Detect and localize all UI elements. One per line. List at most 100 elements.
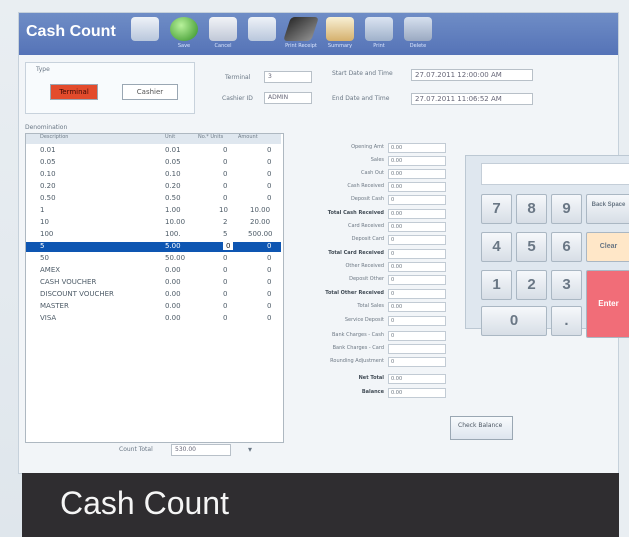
summary-label: Total Card Received xyxy=(328,250,384,256)
cancel-button[interactable]: Cancel xyxy=(202,17,244,51)
footer-banner: Cash Count xyxy=(22,473,619,537)
print-card-icon xyxy=(283,17,319,41)
key-9[interactable]: 9 xyxy=(551,194,582,224)
summary-label: Bank Charges - Card xyxy=(332,345,384,351)
summary-value: 0.00 xyxy=(388,262,446,272)
start-date-label: Start Date and Time xyxy=(332,70,393,77)
summary-value: 0 xyxy=(388,316,446,326)
table-row[interactable]: VISA 0.00 0 0 xyxy=(26,314,281,324)
table-row[interactable]: 0.20 0.20 0 0 xyxy=(26,182,281,192)
terminal-label: Terminal xyxy=(225,74,251,81)
summary-label: Service Deposit xyxy=(344,317,384,323)
count-total-label: Count Total xyxy=(119,446,153,453)
cashier-button[interactable]: Cashier xyxy=(122,84,178,100)
summary-label: Deposit Other xyxy=(349,276,384,282)
keypad-display[interactable] xyxy=(481,163,629,185)
delete-button[interactable]: Delete xyxy=(397,17,439,51)
selected-table-row[interactable]: 5 5.00 0 0 xyxy=(26,242,281,252)
summary-label: Deposit Cash xyxy=(350,196,384,202)
key-6[interactable]: 6 xyxy=(551,232,582,262)
summary-label: Cash Out xyxy=(361,170,384,176)
print-button[interactable]: Print xyxy=(358,17,400,51)
summary-value: 0.00 xyxy=(388,388,446,398)
table-row[interactable]: DISCOUNT VOUCHER 0.00 0 0 xyxy=(26,290,281,300)
key-5[interactable]: 5 xyxy=(516,232,547,262)
summary-value: 0 xyxy=(388,195,446,205)
cancel-document-icon xyxy=(209,17,237,41)
summary-label: Total Sales xyxy=(357,303,384,309)
summary-value: 0 xyxy=(388,235,446,245)
toolbar-blank-button-2[interactable] xyxy=(241,17,283,51)
summary-value: 0.00 xyxy=(388,222,446,232)
toolbar-blank-button[interactable] xyxy=(124,17,166,51)
table-row[interactable]: 0.05 0.05 0 0 xyxy=(26,158,281,168)
summary-value: 0.00 xyxy=(388,156,446,166)
cashier-id-label: Cashier ID xyxy=(222,95,253,102)
keypad: 7 8 9 Back Space 4 5 6 Clear 1 2 3 Enter… xyxy=(465,155,629,338)
calendar-icon xyxy=(326,17,354,41)
summary-label: Card Received xyxy=(347,223,384,229)
app-title: Cash Count xyxy=(26,23,116,40)
check-save-icon xyxy=(170,17,198,41)
table-row[interactable]: 100 100. 5 500.00 xyxy=(26,230,281,240)
table-row[interactable]: 1 1.00 10 10.00 xyxy=(26,206,281,216)
header-description: Description xyxy=(40,134,69,140)
key-1[interactable]: 1 xyxy=(481,270,512,300)
key-7[interactable]: 7 xyxy=(481,194,512,224)
save-button[interactable]: Save xyxy=(163,17,205,51)
end-date-label: End Date and Time xyxy=(332,95,390,102)
table-row[interactable]: 0.01 0.01 0 0 xyxy=(26,146,281,156)
summary-value: 0 xyxy=(388,357,446,367)
type-box: Type Terminal Cashier xyxy=(25,62,195,114)
summary-value: 0.00 xyxy=(388,169,446,179)
summary-label: Total Other Received xyxy=(325,290,384,296)
cash-count-window: Cash Count Save Cancel Print Receipt Sum… xyxy=(18,12,629,474)
enter-button[interactable]: Enter xyxy=(586,270,629,338)
terminal-button[interactable]: Terminal xyxy=(50,84,98,100)
denomination-table: Description Unit No.* Units Amount 0.01 0… xyxy=(25,133,284,443)
summary-value: 0.00 xyxy=(388,374,446,384)
summary-label: Sales xyxy=(370,157,384,163)
check-balance-button[interactable]: Check Balance xyxy=(450,416,513,440)
header-amount: Amount xyxy=(238,134,258,140)
summary-label: Total Cash Received xyxy=(327,210,384,216)
print-receipt-button[interactable]: Print Receipt xyxy=(280,17,322,51)
start-date-field[interactable]: 27.07.2011 12:00:00 AM xyxy=(411,69,533,81)
cashier-id-field[interactable]: ADMIN xyxy=(264,92,312,104)
type-label: Type xyxy=(36,66,50,73)
table-row[interactable]: 50 50.00 0 0 xyxy=(26,254,281,264)
decimal-key[interactable]: . xyxy=(551,306,582,336)
denomination-label: Denomination xyxy=(25,124,68,131)
summary-value: 0.00 xyxy=(388,143,446,153)
key-0[interactable]: 0 xyxy=(481,306,547,336)
blank-document-icon xyxy=(248,17,276,41)
count-total-dropdown-icon[interactable]: ▾ xyxy=(248,445,252,454)
header-unit: Unit xyxy=(165,134,176,140)
summary-button[interactable]: Summary xyxy=(319,17,361,51)
table-row[interactable]: CASH VOUCHER 0.00 0 0 xyxy=(26,278,281,288)
summary-value: 0 xyxy=(388,275,446,285)
backspace-button[interactable]: Back Space xyxy=(586,194,629,224)
key-4[interactable]: 4 xyxy=(481,232,512,262)
table-row[interactable]: AMEX 0.00 0 0 xyxy=(26,266,281,276)
table-row[interactable]: 10 10.00 2 20.00 xyxy=(26,218,281,228)
key-8[interactable]: 8 xyxy=(516,194,547,224)
printer-icon xyxy=(365,17,393,41)
summary-label: Deposit Card xyxy=(351,236,384,242)
summary-value: 0 xyxy=(388,289,446,299)
table-header: Description Unit No.* Units Amount xyxy=(26,134,281,144)
key-2[interactable]: 2 xyxy=(516,270,547,300)
summary-label: Opening Amt xyxy=(351,144,384,150)
table-row[interactable]: 0.50 0.50 0 0 xyxy=(26,194,281,204)
terminal-field[interactable]: 3 xyxy=(264,71,312,83)
key-3[interactable]: 3 xyxy=(551,270,582,300)
blank-document-icon xyxy=(131,17,159,41)
count-total-field[interactable]: 530.00 xyxy=(171,444,231,456)
table-row[interactable]: MASTER 0.00 0 0 xyxy=(26,302,281,312)
end-date-field[interactable]: 27.07.2011 11:06:52 AM xyxy=(411,93,533,105)
summary-value: 0 xyxy=(388,249,446,259)
summary-value xyxy=(388,344,446,354)
table-row[interactable]: 0.10 0.10 0 0 xyxy=(26,170,281,180)
clear-button[interactable]: Clear xyxy=(586,232,629,262)
summary-value: 0.00 xyxy=(388,182,446,192)
